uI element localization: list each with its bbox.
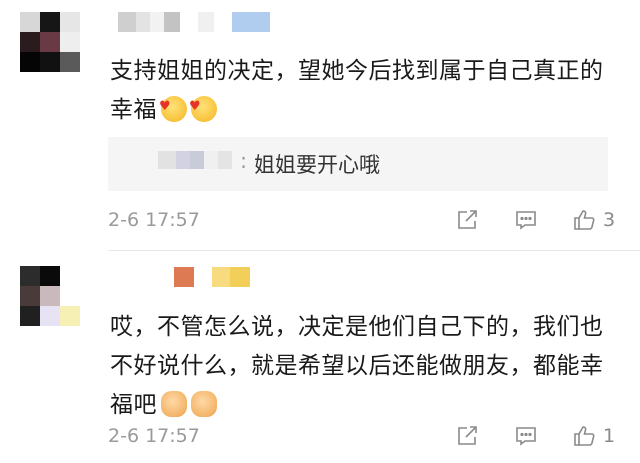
mosaic-cell — [218, 151, 232, 169]
mosaic-cell — [204, 151, 218, 169]
username-pixelated[interactable] — [118, 267, 250, 287]
reply-separator: : — [240, 149, 248, 173]
mosaic-cell — [60, 306, 80, 326]
comment-item: 哎，不管怎么说，决定是他们自己下的，我们也不好说什么，就是希望以后还能做朋友，都… — [0, 252, 640, 463]
mosaic-cell — [160, 267, 174, 287]
comment-footer: 2-6 17:57 3 — [108, 206, 640, 236]
reply-button[interactable] — [512, 206, 540, 234]
mosaic-cell — [20, 52, 40, 72]
like-count: 3 — [603, 209, 616, 231]
avatar[interactable] — [20, 266, 80, 326]
username-pixelated[interactable] — [118, 12, 270, 32]
mosaic-cell — [136, 12, 150, 32]
mosaic-cell — [230, 267, 250, 287]
comment-icon — [516, 211, 536, 230]
mosaic-cell — [176, 151, 190, 169]
mosaic-cell — [214, 12, 232, 32]
mosaic-cell — [60, 266, 80, 286]
mosaic-cell — [40, 32, 60, 52]
mosaic-cell — [60, 12, 80, 32]
mosaic-cell — [174, 267, 194, 287]
divider — [108, 250, 640, 251]
mosaic-cell — [158, 151, 176, 169]
comment-icon — [516, 427, 536, 446]
reply-button[interactable] — [512, 422, 540, 450]
mosaic-cell — [190, 151, 204, 169]
mosaic-cell — [40, 266, 60, 286]
mosaic-cell — [132, 267, 146, 287]
mosaic-cell — [40, 12, 60, 32]
face-with-hearts-emoji-icon — [189, 87, 217, 126]
comment-text: 哎，不管怎么说，决定是他们自己下的，我们也不好说什么，就是希望以后还能做朋友，都… — [110, 308, 610, 425]
mosaic-cell — [118, 12, 136, 32]
fist-bump-emoji-icon — [161, 391, 187, 417]
share-icon — [458, 210, 477, 229]
timestamp: 2-6 17:57 — [108, 425, 200, 447]
mosaic-cell — [60, 52, 80, 72]
share-button[interactable] — [453, 206, 481, 234]
mosaic-cell — [146, 267, 160, 287]
like-button[interactable] — [570, 206, 598, 234]
mosaic-cell — [194, 267, 212, 287]
comment-footer: 2-6 17:57 1 — [108, 422, 640, 452]
like-button[interactable] — [570, 422, 598, 450]
mosaic-cell — [40, 286, 60, 306]
share-button[interactable] — [453, 422, 481, 450]
mosaic-cell — [40, 52, 60, 72]
mosaic-cell — [40, 306, 60, 326]
mosaic-cell — [232, 12, 270, 32]
timestamp: 2-6 17:57 — [108, 209, 200, 231]
mosaic-cell — [20, 286, 40, 306]
reply-username-pixelated — [158, 151, 232, 169]
face-with-hearts-emoji-icon — [159, 87, 187, 126]
mosaic-cell — [150, 12, 164, 32]
comment-item: 支持姐姐的决定，望她今后找到属于自己真正的幸福 : 姐姐要开心哦 2-6 17:… — [0, 0, 640, 250]
reply-text: 姐姐要开心哦 — [254, 153, 380, 177]
mosaic-cell — [118, 267, 132, 287]
like-count: 1 — [603, 425, 616, 447]
mosaic-cell — [60, 32, 80, 52]
thumb-up-icon — [574, 210, 595, 230]
mosaic-cell — [60, 286, 80, 306]
fist-bump-emoji-icon — [191, 391, 217, 417]
mosaic-cell — [20, 32, 40, 52]
mosaic-cell — [164, 12, 180, 32]
share-icon — [458, 426, 477, 445]
thumb-up-icon — [574, 426, 595, 446]
comment-text: 支持姐姐的决定，望她今后找到属于自己真正的幸福 — [110, 52, 610, 130]
mosaic-cell — [20, 306, 40, 326]
mosaic-cell — [20, 12, 40, 32]
avatar[interactable] — [20, 12, 80, 72]
mosaic-cell — [180, 12, 198, 32]
reply-preview[interactable]: : 姐姐要开心哦 — [108, 137, 608, 191]
mosaic-cell — [212, 267, 230, 287]
mosaic-cell — [20, 266, 40, 286]
mosaic-cell — [198, 12, 214, 32]
